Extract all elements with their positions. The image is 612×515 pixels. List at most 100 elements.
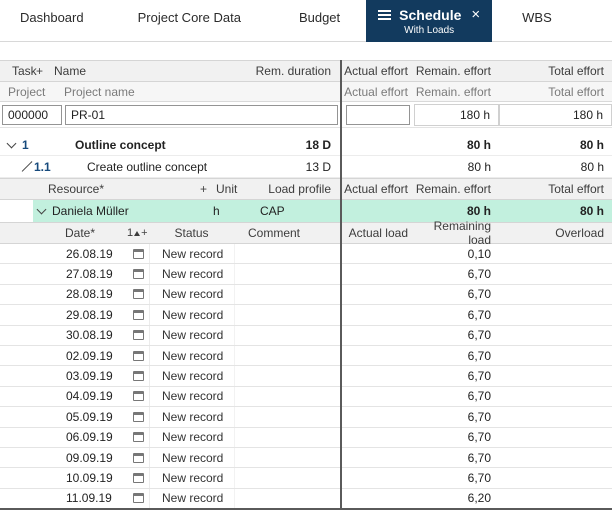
menu-icon[interactable] (378, 10, 391, 20)
load-date: 03.09.19 (66, 369, 128, 383)
load-row[interactable]: 27.08.19 New record 6,70 (0, 264, 612, 284)
resource-header-row: Resource* + Unit Load profile Actual eff… (0, 178, 612, 200)
remaining-load-value: 6,70 (414, 389, 499, 403)
load-row[interactable]: 30.08.19 New record 6,70 (0, 326, 612, 346)
project-remain-effort: 180 h (414, 104, 499, 126)
load-comment-cell[interactable] (235, 346, 341, 365)
remaining-load-value: 6,70 (414, 471, 499, 485)
load-header-row: Date* 1 + Status Comment Actual load Rem… (0, 222, 612, 244)
load-comment-cell[interactable] (235, 326, 341, 345)
load-comment-cell[interactable] (235, 387, 341, 406)
load-comment-cell[interactable] (235, 428, 341, 447)
load-comment-cell[interactable] (235, 366, 341, 385)
date-picker-icon[interactable] (128, 264, 150, 283)
date-picker-icon[interactable] (128, 428, 150, 447)
tab-schedule[interactable]: Schedule × With Loads (366, 0, 492, 42)
date-picker-icon[interactable] (128, 407, 150, 426)
tab-schedule-label: Schedule (399, 7, 461, 23)
load-comment-cell[interactable] (235, 244, 341, 263)
load-status: New record (150, 387, 235, 406)
task-remain-effort: 80 h (414, 160, 499, 174)
project-name-input[interactable] (65, 105, 338, 125)
load-comment-cell[interactable] (235, 448, 341, 467)
load-comment-cell[interactable] (235, 407, 341, 426)
column-rem-duration: Rem. duration (231, 64, 341, 78)
load-status: New record (150, 366, 235, 385)
date-picker-icon[interactable] (128, 346, 150, 365)
sort-control[interactable]: 1 + (127, 227, 149, 239)
remaining-load-value: 6,20 (414, 491, 499, 505)
add-date-button[interactable]: + (141, 227, 147, 239)
date-picker-icon[interactable] (128, 387, 150, 406)
load-date: 10.09.19 (66, 471, 128, 485)
task-number: 1 (22, 138, 75, 152)
remaining-load-value: 6,70 (414, 349, 499, 363)
load-date: 11.09.19 (66, 491, 128, 505)
task-number: 1.1 (34, 160, 87, 174)
remaining-load-value: 6,70 (414, 267, 499, 281)
load-comment-cell[interactable] (235, 285, 341, 304)
column-actual-effort: Actual effort (341, 64, 414, 78)
date-picker-icon[interactable] (128, 448, 150, 467)
task-remain-effort: 80 h (414, 138, 499, 152)
task-rem-duration: 18 D (231, 138, 341, 152)
date-picker-icon[interactable] (128, 489, 150, 508)
load-comment-cell[interactable] (235, 468, 341, 487)
load-row[interactable]: 29.08.19 New record 6,70 (0, 305, 612, 325)
project-id-input[interactable] (2, 105, 62, 125)
collapse-resource-icon[interactable] (38, 209, 50, 213)
tab-dashboard[interactable]: Dashboard (20, 0, 84, 25)
resource-load-profile: CAP (260, 204, 341, 218)
load-row[interactable]: 26.08.19 New record 0,10 (0, 244, 612, 264)
load-date: 04.09.19 (66, 389, 128, 403)
load-row[interactable]: 03.09.19 New record 6,70 (0, 366, 612, 386)
date-picker-icon[interactable] (128, 468, 150, 487)
column-project: Project (0, 85, 64, 99)
tab-schedule-sublabel: With Loads (404, 25, 454, 36)
task-row[interactable]: 1 Outline concept 18 D 80 h 80 h (0, 134, 612, 156)
column-overload: Overload (499, 226, 612, 240)
date-picker-icon[interactable] (128, 285, 150, 304)
column-total-effort: Total effort (499, 182, 612, 196)
tab-project-core-data[interactable]: Project Core Data (138, 0, 241, 25)
load-status: New record (150, 346, 235, 365)
add-task-button[interactable]: + (36, 64, 54, 78)
load-row[interactable]: 02.09.19 New record 6,70 (0, 346, 612, 366)
task-row[interactable]: 1.1 Create outline concept 13 D 80 h 80 … (0, 156, 612, 178)
tab-wbs[interactable]: WBS (522, 0, 552, 25)
load-date: 05.09.19 (66, 410, 128, 424)
expand-task-icon[interactable] (20, 166, 34, 167)
load-row[interactable]: 05.09.19 New record 6,70 (0, 407, 612, 427)
task-header-row: Task + Name Rem. duration Actual effort … (0, 60, 612, 82)
load-row[interactable]: 09.09.19 New record 6,70 (0, 448, 612, 468)
column-remaining-load: Remaining load (414, 219, 499, 247)
resource-row[interactable]: Daniela Müller h CAP 80 h 80 h (0, 200, 612, 222)
date-picker-icon[interactable] (128, 326, 150, 345)
task-name: Outline concept (75, 138, 231, 152)
load-date: 26.08.19 (66, 247, 128, 261)
load-status: New record (150, 285, 235, 304)
date-picker-icon[interactable] (128, 366, 150, 385)
load-row[interactable]: 10.09.19 New record 6,70 (0, 468, 612, 488)
load-date: 28.08.19 (66, 287, 128, 301)
date-picker-icon[interactable] (128, 305, 150, 324)
load-comment-cell[interactable] (235, 264, 341, 283)
load-row[interactable]: 04.09.19 New record 6,70 (0, 387, 612, 407)
load-status: New record (150, 326, 235, 345)
project-actual-effort-input[interactable] (346, 105, 410, 125)
load-status: New record (150, 407, 235, 426)
resource-unit: h (213, 204, 260, 218)
close-tab-icon[interactable]: × (471, 9, 480, 21)
load-row[interactable]: 11.09.19 New record 6,20 (0, 489, 612, 509)
collapse-task-icon[interactable] (8, 143, 22, 147)
load-row[interactable]: 06.09.19 New record 6,70 (0, 428, 612, 448)
remaining-load-value: 6,70 (414, 308, 499, 322)
column-unit: Unit (216, 182, 260, 196)
load-comment-cell[interactable] (235, 489, 341, 508)
load-comment-cell[interactable] (235, 305, 341, 324)
date-picker-icon[interactable] (128, 244, 150, 263)
tab-budget[interactable]: Budget (299, 0, 340, 25)
add-resource-button[interactable]: + (200, 182, 216, 196)
load-row[interactable]: 28.08.19 New record 6,70 (0, 285, 612, 305)
load-status: New record (150, 305, 235, 324)
